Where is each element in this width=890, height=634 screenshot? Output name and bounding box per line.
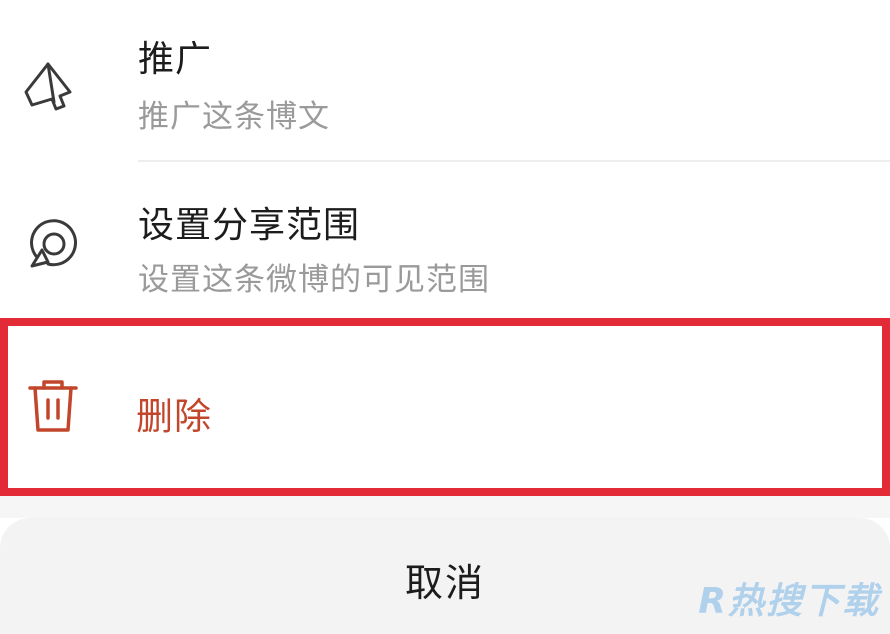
section-gap: [0, 496, 890, 518]
menu-item-share-scope[interactable]: 设置分享范围 设置这条微博的可见范围: [0, 162, 890, 317]
promote-title: 推广: [138, 39, 213, 80]
trash-icon: [20, 372, 86, 438]
watermark-logo: R热搜下载: [698, 581, 880, 622]
megaphone-icon: [18, 52, 84, 118]
share-scope-subtitle: 设置这条微博的可见范围: [138, 262, 490, 298]
menu-item-delete[interactable]: 删除: [0, 318, 890, 496]
share-scope-icon: [18, 210, 84, 276]
promote-subtitle: 推广这条博文: [138, 99, 330, 135]
menu-item-promote[interactable]: 推广 推广这条博文: [0, 0, 890, 162]
action-sheet: 推广 推广这条博文 设置分享范围 设置这条微博的可见范围 删除 取消 R热搜下载: [0, 0, 890, 634]
delete-label: 删除: [136, 395, 212, 438]
share-scope-title: 设置分享范围: [138, 205, 361, 246]
